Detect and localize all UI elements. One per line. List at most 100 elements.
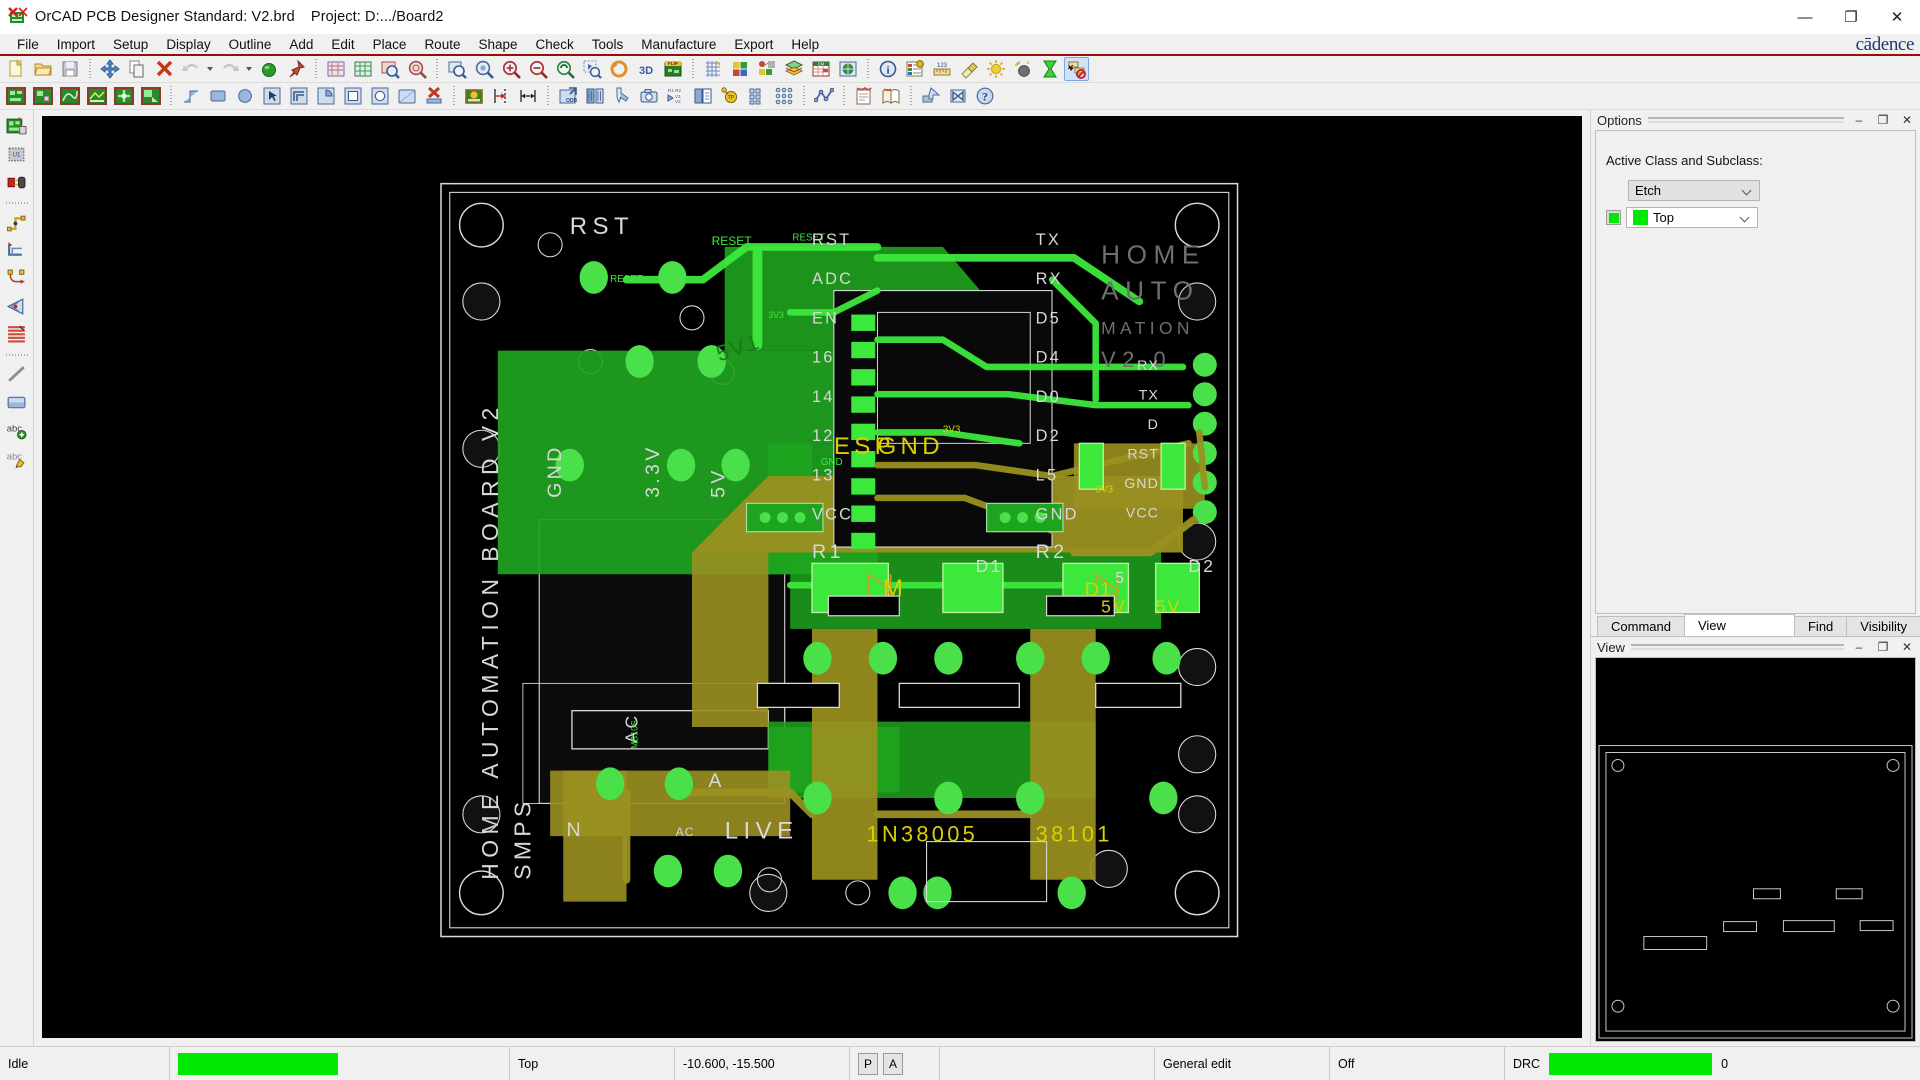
artwork-icon[interactable]	[582, 84, 607, 108]
dropdown-arrow-icon[interactable]	[204, 57, 216, 81]
view-3d-icon[interactable]: 3D	[633, 57, 658, 81]
delay-tune-icon[interactable]	[3, 293, 30, 319]
open-file-icon[interactable]	[30, 57, 55, 81]
new-file-icon[interactable]	[3, 57, 28, 81]
swap-icon[interactable]	[945, 84, 970, 108]
copy-icon[interactable]	[124, 57, 149, 81]
drill-legend-icon[interactable]	[461, 84, 486, 108]
place-component-icon[interactable]	[3, 113, 30, 139]
grid-settings-icon[interactable]	[700, 57, 725, 81]
reports-icon[interactable]	[690, 84, 715, 108]
zoom-fit-icon[interactable]	[377, 57, 402, 81]
route-auto-icon[interactable]	[57, 84, 82, 108]
element-properties-icon[interactable]	[902, 57, 927, 81]
zoom-in-icon[interactable]	[498, 57, 523, 81]
menu-shape[interactable]: Shape	[469, 35, 526, 54]
help-icon[interactable]: ?	[972, 84, 997, 108]
layers-icon[interactable]	[781, 57, 806, 81]
tab-view[interactable]: View	[1683, 614, 1795, 636]
redraw-icon[interactable]	[323, 57, 348, 81]
notes-icon[interactable]	[851, 84, 876, 108]
redo-icon[interactable]	[217, 57, 242, 81]
zoom-center-icon[interactable]	[471, 57, 496, 81]
delete-shape-icon[interactable]	[421, 84, 446, 108]
pcb-canvas[interactable]: HOME AUTOMATION BOARD V2 SMPS RST RESET RESE…	[42, 116, 1582, 1038]
measure-icon[interactable]: 123	[929, 57, 954, 81]
menu-edit[interactable]: Edit	[322, 35, 363, 54]
menu-export[interactable]: Export	[725, 35, 782, 54]
zoom-world-icon[interactable]	[404, 57, 429, 81]
placement-edit-icon[interactable]	[918, 84, 943, 108]
board-geometry-icon[interactable]	[3, 84, 28, 108]
highlight-icon[interactable]	[956, 57, 981, 81]
maximize-button[interactable]: ❐	[1828, 0, 1874, 34]
screenshot-icon[interactable]	[636, 84, 661, 108]
options-minimize-button[interactable]: –	[1850, 112, 1868, 128]
menu-file[interactable]: File	[8, 35, 48, 54]
tab-command[interactable]: Command	[1597, 616, 1685, 636]
add-rect-icon[interactable]	[3, 389, 30, 415]
view-minimize-button[interactable]: –	[1850, 639, 1868, 655]
angle-mode-button[interactable]: A	[883, 1052, 903, 1075]
custom-smooth-icon[interactable]	[3, 265, 30, 291]
select-shape-icon[interactable]	[259, 84, 284, 108]
netlist-icon[interactable]	[811, 84, 836, 108]
padstack-grid-icon[interactable]	[771, 84, 796, 108]
arc-icon[interactable]	[313, 84, 338, 108]
menu-add[interactable]: Add	[280, 35, 322, 54]
show-element-icon[interactable]: i	[875, 57, 900, 81]
color-palette-icon[interactable]	[727, 57, 752, 81]
menu-manufacture[interactable]: Manufacture	[632, 35, 725, 54]
menu-import[interactable]: Import	[48, 35, 104, 54]
zoom-point-icon[interactable]	[552, 57, 577, 81]
drill-tool-icon[interactable]	[609, 84, 634, 108]
pin-icon[interactable]	[283, 57, 308, 81]
menu-tools[interactable]: Tools	[583, 35, 633, 54]
tab-visibility[interactable]: Visibility	[1846, 616, 1920, 636]
round-shape-icon[interactable]	[367, 84, 392, 108]
spin-icon[interactable]	[256, 57, 281, 81]
connector-icon[interactable]	[3, 169, 30, 195]
dropdown-arrow-icon[interactable]	[243, 57, 255, 81]
slide-icon[interactable]	[3, 237, 30, 263]
subclass-color-icon[interactable]	[754, 57, 779, 81]
zoom-out-icon[interactable]	[525, 57, 550, 81]
menu-setup[interactable]: Setup	[104, 35, 157, 54]
delete-icon[interactable]	[151, 57, 176, 81]
route-spread-icon[interactable]	[3, 321, 30, 347]
add-text-icon[interactable]: abc	[3, 417, 30, 443]
global-view-icon[interactable]	[835, 57, 860, 81]
undo-icon[interactable]	[178, 57, 203, 81]
menu-route[interactable]: Route	[415, 35, 469, 54]
line-segment-icon[interactable]	[178, 84, 203, 108]
options-close-button[interactable]: ✕	[1898, 112, 1916, 128]
add-line-icon[interactable]	[3, 361, 30, 387]
testprep-icon[interactable]: TP	[717, 84, 742, 108]
zoom-previous-icon[interactable]	[444, 57, 469, 81]
active-subclass-select[interactable]: Top	[1626, 207, 1758, 228]
dimension-center-icon[interactable]	[515, 84, 540, 108]
menu-check[interactable]: Check	[527, 35, 583, 54]
grid-toggle-icon[interactable]	[350, 57, 375, 81]
close-button[interactable]: ✕	[1874, 0, 1920, 34]
shape-add-icon[interactable]	[84, 84, 109, 108]
zoom-selection-icon[interactable]	[579, 57, 604, 81]
minimize-button[interactable]: —	[1782, 0, 1828, 34]
place-manual-icon[interactable]	[30, 84, 55, 108]
constraint-manager-icon[interactable]: CM	[808, 57, 833, 81]
view-close-button[interactable]: ✕	[1898, 639, 1916, 655]
menu-outline[interactable]: Outline	[220, 35, 281, 54]
help-book-icon[interactable]	[878, 84, 903, 108]
active-class-select[interactable]: Etch	[1628, 180, 1760, 201]
pcb-layout-drawing[interactable]: HOME AUTOMATION BOARD V2 SMPS RST RESET RESE…	[42, 116, 1582, 1038]
save-icon[interactable]	[57, 57, 82, 81]
view-preview-panel[interactable]	[1595, 657, 1916, 1042]
refresh-icon[interactable]	[606, 57, 631, 81]
subclass-visibility-swatch[interactable]	[1606, 210, 1621, 225]
waive-drc-icon[interactable]	[1037, 57, 1062, 81]
circle-icon[interactable]	[232, 84, 257, 108]
options-restore-button[interactable]: ❐	[1874, 112, 1892, 128]
rectangle-icon[interactable]	[205, 84, 230, 108]
shape-edit-icon[interactable]	[111, 84, 136, 108]
edit-text-icon[interactable]: abc	[3, 445, 30, 471]
